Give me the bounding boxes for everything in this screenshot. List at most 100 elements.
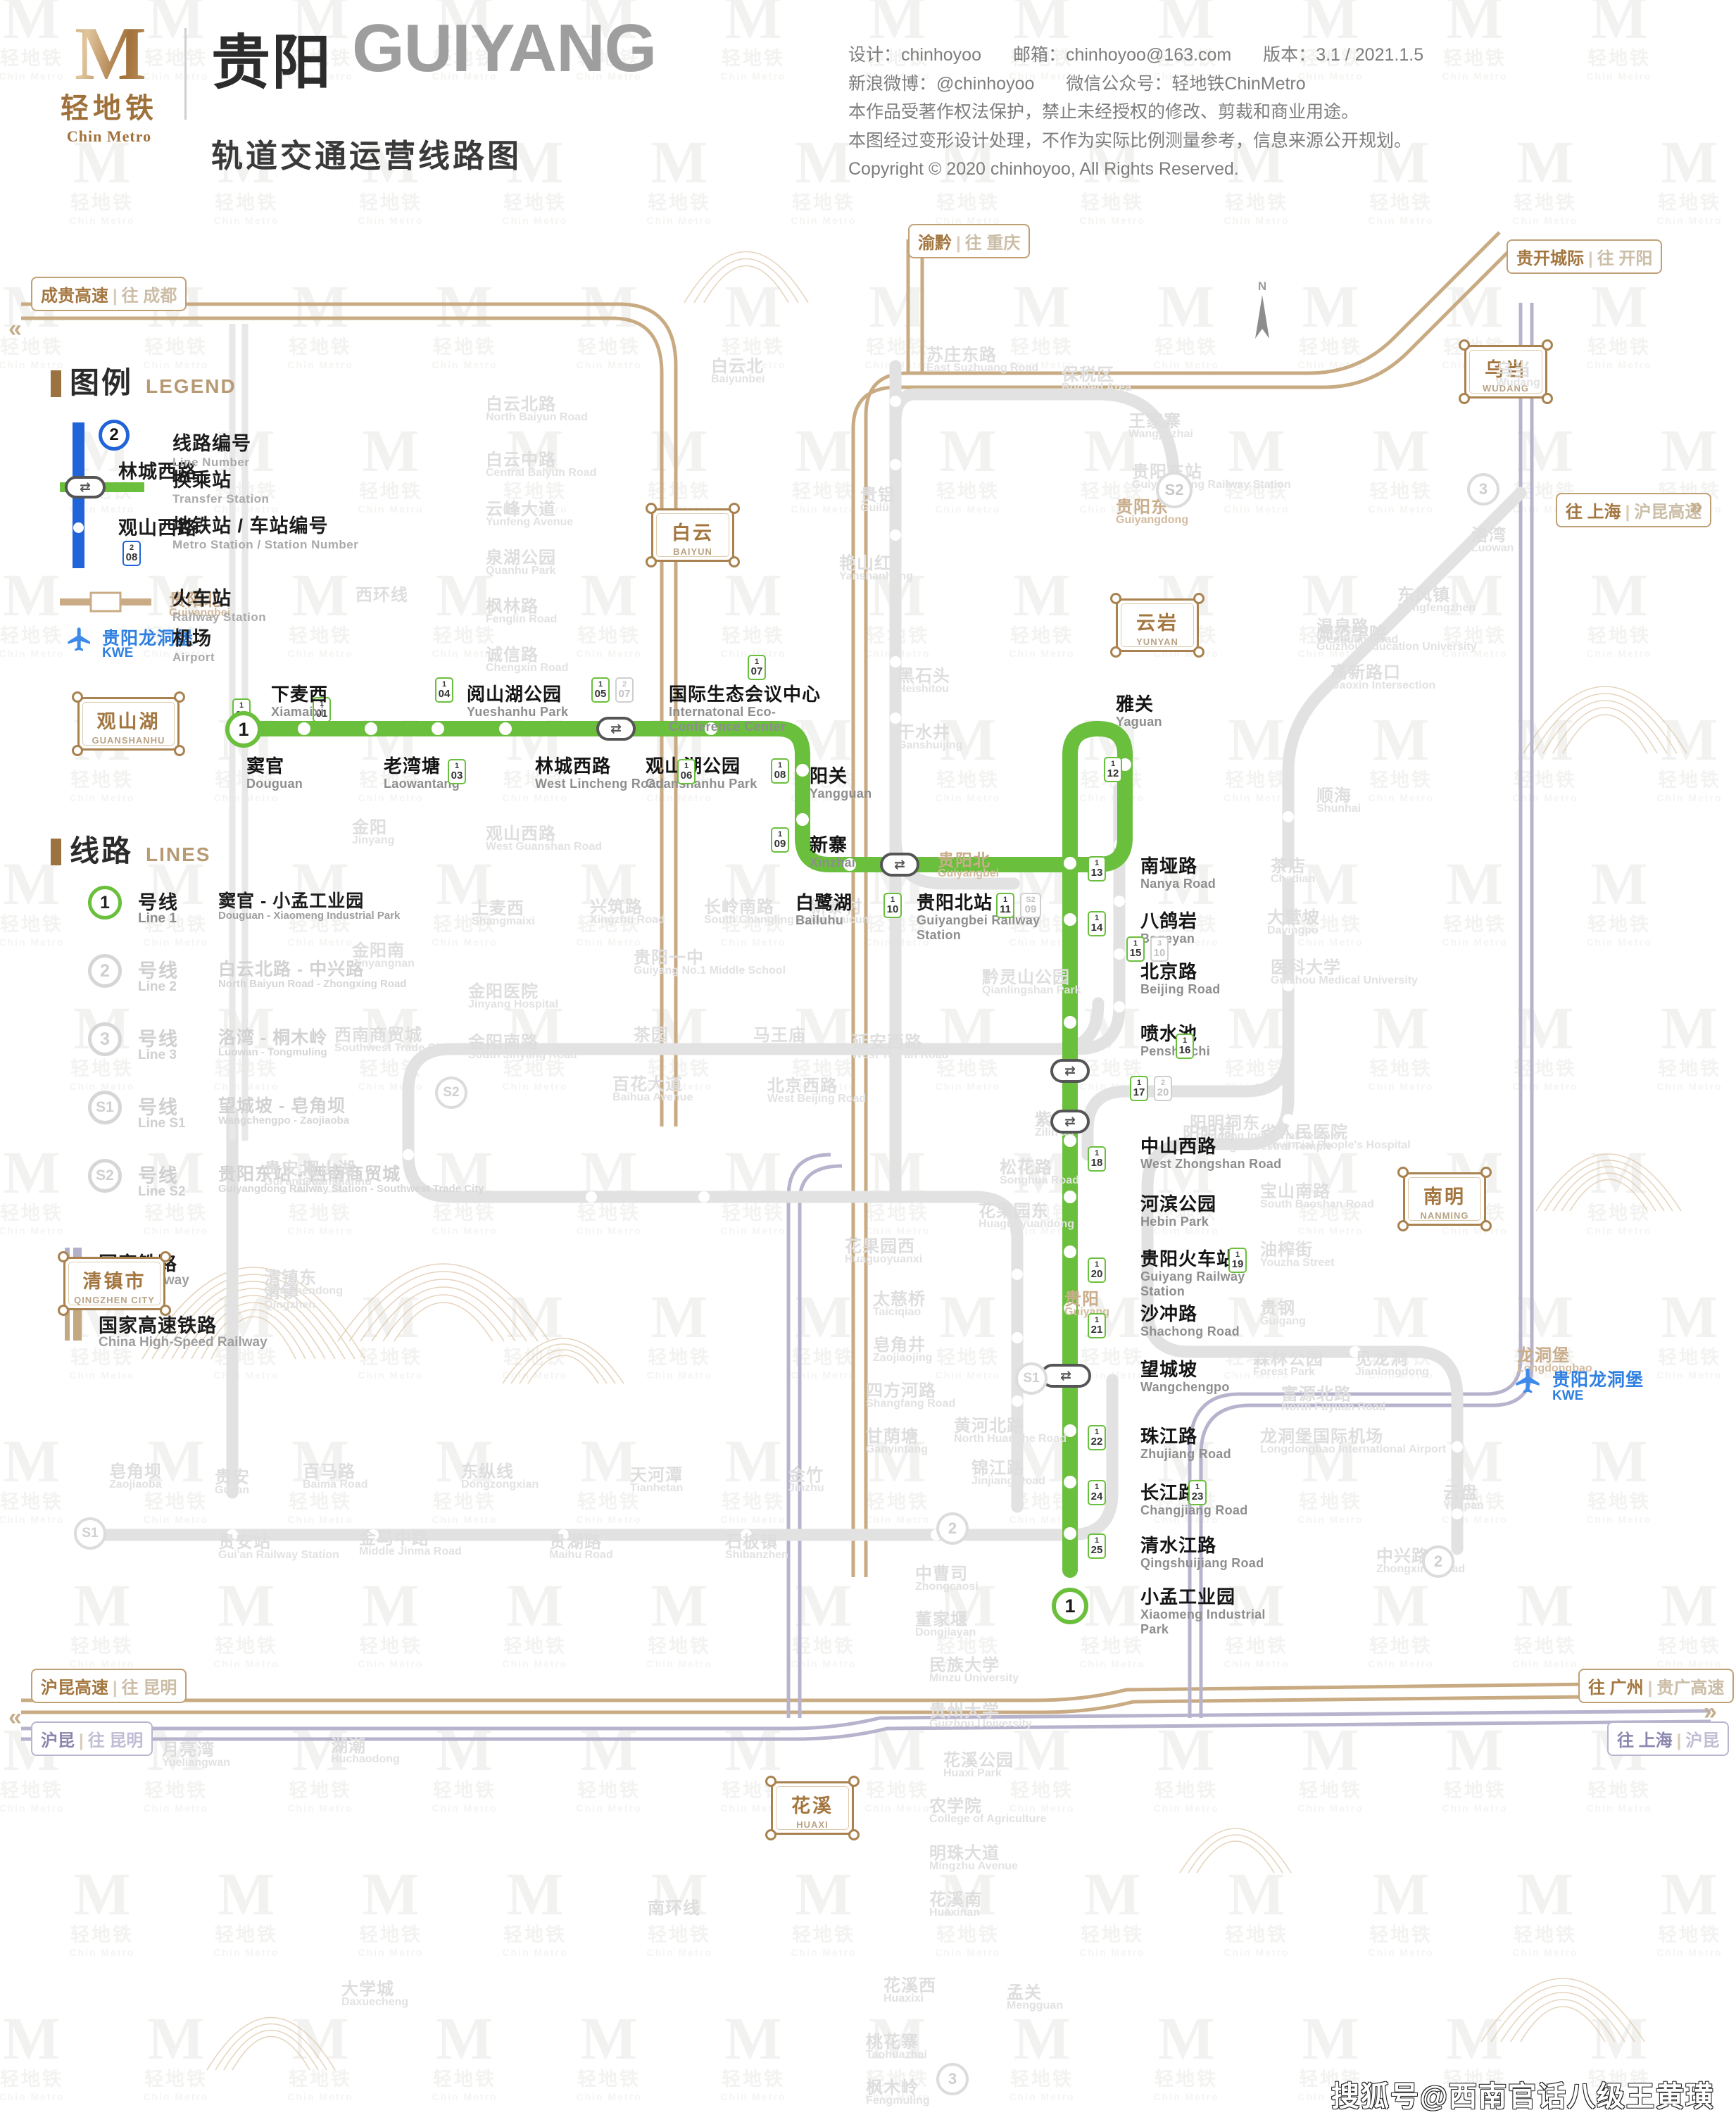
line-legend-badge-s1[interactable]: S1 [88, 1091, 122, 1124]
ghost-station-en: Quanhu Park [486, 565, 556, 577]
transfer-node-wangchengpo[interactable]: ⇄ [1040, 1364, 1091, 1388]
line1-station-cn-03[interactable]: 老湾塘 [384, 752, 441, 778]
version-label: 版本： [1263, 45, 1316, 65]
line1-station-cn-08[interactable]: 阳关 [810, 762, 848, 788]
line1-station-cn-12[interactable]: 雅关 [1116, 690, 1154, 716]
transfer-node-line-3-bottom[interactable]: 3 [936, 2063, 969, 2095]
legend-heading: 图例 LEGEND [51, 359, 237, 402]
ghost-station-en: Shangmaixi [472, 915, 535, 927]
brand-logo: M 轻地铁 Chin Metro [32, 15, 187, 146]
line1-station-cn-20[interactable]: 沙冲路 [1140, 1300, 1197, 1326]
lines-heading-bar [51, 839, 61, 865]
legend-station-number-tag: 2 08 [122, 541, 141, 566]
line1-station-cn-01[interactable]: 窦官 [246, 752, 284, 778]
line1-station-number-20: 1 20 [1088, 1257, 1106, 1283]
ghost-station-en: Maihu Road [549, 1549, 613, 1561]
line1-station-en-23: Changjiang Road [1140, 1503, 1248, 1517]
line1-station-cn-24[interactable]: 清水江路 [1140, 1531, 1216, 1557]
line-legend-terminus-cn-1: 窦官 - 小孟工业园 [218, 891, 365, 911]
legend-heading-bar [51, 370, 61, 397]
transfer-node-line-s1-west[interactable]: S1 [74, 1517, 106, 1550]
ghost-station-en: North Baiyun Road [486, 411, 588, 423]
line1-station-en-18: Hebin Park [1140, 1215, 1209, 1229]
line1-station-cn-05[interactable]: 林城西路 [535, 752, 611, 778]
line1-station-number-19: 1 19 [1228, 1248, 1247, 1273]
district-name-en: GUANSHANHU [92, 735, 165, 746]
line1-station-number-22: 1 22 [1088, 1425, 1106, 1450]
lines-heading: 线路 LINES [51, 827, 210, 870]
railway-legend-en-1: China High-Speed Railway [99, 1335, 268, 1350]
ghost-station-en: Jianlongdong [1355, 1366, 1429, 1378]
corner-direction-tag-6: 往 上海 | 沪昆 [1607, 1721, 1730, 1756]
line1-station-number-13: 1 13 [1088, 856, 1106, 881]
version-value: 3.1 / 2021.1.5 [1316, 45, 1424, 65]
transfer-node-s2-guiyangdong[interactable]: S2 [1156, 472, 1193, 508]
district-name-en: HUAXI [796, 1819, 829, 1830]
header-divider [184, 28, 187, 120]
line1-station-cn-09[interactable]: 新寨 [810, 831, 848, 857]
line1-station-cn-15[interactable]: 北京路 [1140, 958, 1197, 984]
legend-railway-icon [60, 591, 151, 613]
line1-station-en-17: West Zhongshan Road [1140, 1157, 1282, 1171]
chevron-left-nw-icon: « [8, 315, 22, 342]
line1-badge-west-value: 1 [238, 718, 249, 740]
line1-station-cn-02[interactable]: 下麦西 [271, 680, 328, 706]
transfer-node-line3-interchange[interactable]: 3 [1467, 473, 1499, 506]
line1-station-cn-19[interactable]: 贵阳火车站 [1140, 1245, 1235, 1271]
line1-station-en-01: Douguan [246, 777, 303, 791]
line1-station-number-10: 1 10 [883, 893, 902, 918]
line1-station-cn-14[interactable]: 八鸽岩 [1140, 907, 1197, 933]
line1-station-cn-13[interactable]: 南垭路 [1140, 852, 1197, 878]
transfer-node-guiyangbei-railway[interactable]: ⇄ [880, 853, 919, 877]
transfer-node-line-s1-wangchengpo[interactable]: S1 [1015, 1362, 1048, 1395]
airport-label-en: KWE [1552, 1388, 1584, 1403]
ghost-station-en: Youzha Street [1260, 1257, 1335, 1269]
line1-station-cn-22[interactable]: 珠江路 [1140, 1422, 1197, 1448]
transfer-node-penshuichi[interactable]: ⇄ [1050, 1110, 1090, 1134]
line1-badge-south[interactable]: 1 [1052, 1588, 1088, 1624]
line1-station-cn-21[interactable]: 望城坡 [1140, 1355, 1197, 1381]
transfer-node-west-lincheng-road[interactable]: ⇄ [596, 717, 636, 741]
ghost-station-en: Gaoxin Intersection [1331, 679, 1436, 691]
line1-station-number-08: 1 08 [771, 758, 789, 784]
ghost-station-en: Jinyangnan [352, 958, 415, 970]
line1-station-cn-18[interactable]: 河滨公园 [1140, 1190, 1216, 1216]
ghost-station-en: Songhua Road [1000, 1174, 1079, 1186]
line1-station-en-06: Guanshanhu Park [646, 777, 757, 791]
transfer-node-beijing-road[interactable]: ⇄ [1050, 1059, 1090, 1083]
line1-station-cn-10[interactable]: 白鹭湖 [795, 889, 853, 915]
line-legend-badge-s2[interactable]: S2 [88, 1159, 122, 1193]
line-legend-badge-2[interactable]: 2 [88, 954, 122, 988]
designer-label: 设计： [848, 45, 902, 65]
ghost-station-en: Shunhai [1316, 803, 1361, 815]
district-name-cn: 云岩 [1136, 613, 1178, 634]
district-plaque-baiyun: 白云 BAIYUN [646, 503, 740, 567]
line1-station-cn-25[interactable]: 小孟工业园 [1140, 1583, 1235, 1609]
line1-station-cn-11[interactable]: 贵阳北站 [917, 889, 993, 915]
line-legend-terminus-en-3: Luowan - Tongmuling [218, 1046, 327, 1058]
line1-station-number-17: 1 17 [1130, 1076, 1148, 1101]
line1-station-cn-17[interactable]: 中山西路 [1140, 1132, 1216, 1158]
line1-station-number-03: 1 03 [448, 759, 466, 784]
ghost-station-en: Huaxi Park [943, 1767, 1002, 1779]
line1-station-cn-04[interactable]: 阅山湖公园 [467, 680, 562, 706]
wechat-label: 微信公众号： [1066, 73, 1172, 94]
ghost-station-en: Luowan [1471, 542, 1514, 554]
ghost-station-en: Guilü [860, 502, 889, 514]
weibo-value: @chinhoyoo [936, 73, 1035, 94]
transfer-node-line-s2-north[interactable]: S2 [435, 1077, 467, 1109]
email-label: 邮箱： [1012, 45, 1066, 65]
line-legend-badge-1[interactable]: 1 [88, 886, 122, 920]
transfer-node-line-2-bottom[interactable]: 2 [936, 1512, 969, 1545]
line1-station-en-08: Yangguan [810, 786, 872, 801]
ghost-station-en: Huchaodong [331, 1753, 400, 1765]
ghost-station-en: Tianhetan [630, 1482, 684, 1494]
line-legend-badge-3[interactable]: 3 [88, 1022, 122, 1056]
legend-item-station: 地铁站 / 车站编号 Metro Station / Station Numbe… [172, 510, 358, 552]
line1-badge-west[interactable]: 1 [225, 711, 262, 748]
line1-station-cn-07[interactable]: 国际生态会议中心 [669, 680, 821, 706]
district-name-cn: 白云 [672, 522, 714, 544]
airport-label-cn: 贵阳龙洞堡 [1552, 1370, 1644, 1390]
transfer-node-line2-south[interactable]: 2 [1422, 1545, 1454, 1578]
line-legend-terminus-cn-2: 白云北路 - 中兴路 [218, 960, 365, 979]
